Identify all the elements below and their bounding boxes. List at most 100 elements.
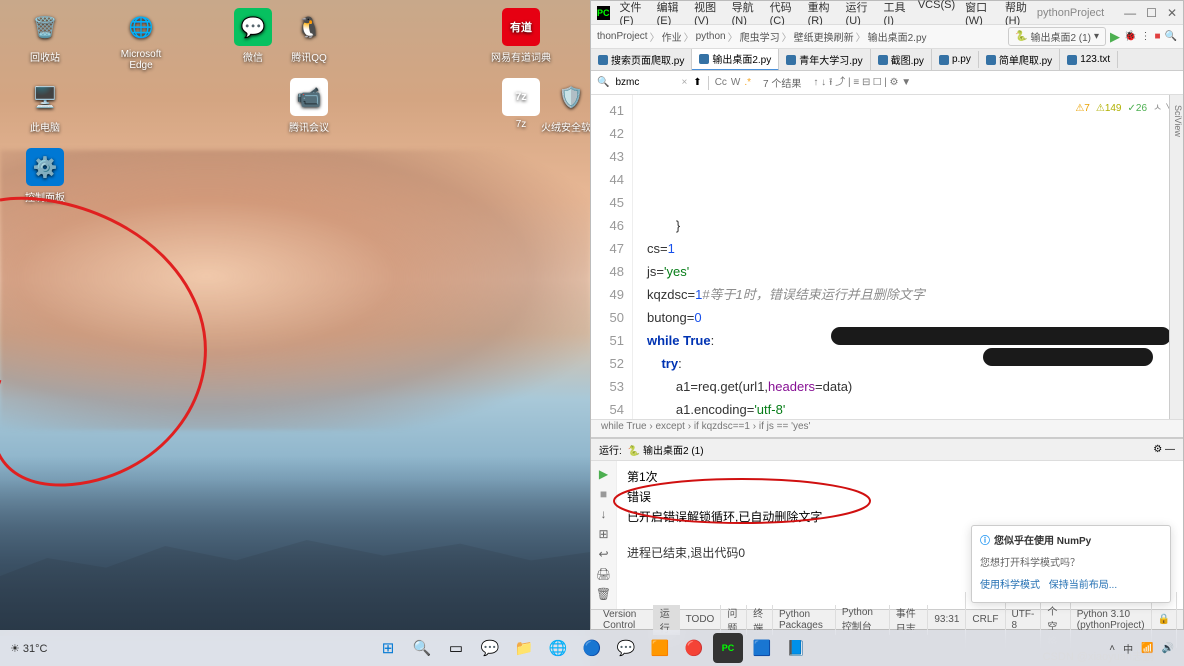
desktop-wallpaper[interactable]: 🗑️回收站 🌐Microsoft Edge 💬微信🐧腾讯QQ 有道网易有道词典 🖥️此电…: [0, 0, 590, 666]
desktop-icon-微信[interactable]: 💬微信: [222, 8, 284, 64]
stop-icon[interactable]: ■: [600, 487, 607, 501]
title-bar[interactable]: PC 文件(F)编辑(E)视图(V)导航(N)代码(C)重构(R)运行(U)工具…: [591, 1, 1183, 25]
sciview-tool-tab[interactable]: SciView: [1169, 95, 1183, 419]
chrome-icon[interactable]: 🔵: [577, 633, 607, 663]
layout-icon[interactable]: ⊞: [598, 527, 608, 541]
windows-taskbar[interactable]: ☀ 31°C ⊞ 🔍 ▭ 💬 📁 🌐 🔵 💬 🟧 🔴 PC 🟦 📘 ˄ 中 📶 …: [0, 630, 1184, 666]
clear-search-icon[interactable]: ×: [681, 77, 687, 88]
run-config-selector[interactable]: 🐍 输出桌面2 (1) ▾: [1008, 27, 1106, 46]
weather-widget[interactable]: ☀ 31°C: [10, 642, 48, 655]
python-file-icon: [786, 55, 796, 65]
trash-icon[interactable]: 🗑: [596, 587, 611, 601]
wechat-taskbar-icon[interactable]: 💬: [611, 633, 641, 663]
keep-layout-link[interactable]: 保持当前布局...: [1049, 580, 1117, 591]
code-breadcrumbs[interactable]: while True › except › if kqzdsc==1 › if …: [591, 419, 1183, 437]
menu-item[interactable]: 代码(C): [766, 0, 802, 27]
more-run-icon[interactable]: ⋮: [1141, 31, 1151, 42]
prev-occurrence-icon[interactable]: ⬆: [693, 77, 701, 88]
menu-item[interactable]: 运行(U): [842, 0, 878, 27]
run-toolbar: ▶ ■ ↓ ⊞ ↩ 🖨 🗑: [591, 461, 617, 609]
menu-item[interactable]: 文件(F): [616, 0, 651, 27]
app-icon-3[interactable]: 🟦: [747, 633, 777, 663]
menu-item[interactable]: 导航(N): [728, 0, 764, 27]
edge-taskbar-icon[interactable]: 🌐: [543, 633, 573, 663]
console-line: 错误: [627, 487, 1173, 507]
redacted-code-1: [831, 327, 1171, 345]
wrap-icon[interactable]: ↩: [598, 547, 608, 561]
desktop-icon-腾讯会议[interactable]: 📹腾讯会议: [278, 78, 340, 134]
pycharm-taskbar-icon[interactable]: PC: [713, 633, 743, 663]
editor-tabs: 搜索页面爬取.py输出桌面2.py青年大学习.py截图.pyp.py简单爬取.p…: [591, 49, 1183, 71]
breadcrumb[interactable]: thonProject〉作业〉python〉爬虫学习〉壁纸更换刷新〉输出桌面2.…: [597, 29, 927, 44]
taskbar-center: ⊞ 🔍 ▭ 💬 📁 🌐 🔵 💬 🟧 🔴 PC 🟦 📘: [373, 633, 811, 663]
run-settings-icon[interactable]: ⚙ —: [1153, 444, 1175, 455]
widgets-icon[interactable]: 💬: [475, 633, 505, 663]
run-panel-label: 运行:: [599, 442, 622, 457]
editor-tab[interactable]: p.py: [932, 51, 979, 68]
menu-item[interactable]: 帮助(H): [1001, 0, 1037, 27]
tray-volume-icon[interactable]: 🔊: [1162, 643, 1174, 654]
pycharm-logo-icon: PC: [597, 6, 610, 20]
editor[interactable]: 4142434445464748495051525354 ⚠7 ⚠149 ✓26…: [591, 95, 1183, 419]
run-tool-window: 运行: 🐍 输出桌面2 (1) ⚙ — ▶ ■ ↓ ⊞ ↩ 🖨 🗑 第1次 错误…: [591, 437, 1183, 609]
search-taskbar-icon[interactable]: 🔍: [407, 633, 437, 663]
desktop-icon-腾讯QQ[interactable]: 🐧腾讯QQ: [278, 8, 340, 64]
desktop-icon-网易有道词典[interactable]: 有道网易有道词典: [490, 8, 552, 64]
search-icon: 🔍: [597, 77, 609, 88]
python-file-icon: [986, 55, 996, 65]
app-icon-2[interactable]: 🔴: [679, 633, 709, 663]
close-icon[interactable]: ✕: [1167, 6, 1177, 20]
menu-item[interactable]: 窗口(W): [961, 0, 999, 27]
run-button-icon[interactable]: ▶: [1110, 29, 1120, 45]
console-line: 已开启错误解锁循环,已自动删除文字: [627, 507, 1173, 527]
editor-tab[interactable]: 123.txt: [1060, 51, 1118, 68]
info-icon: ⓘ: [980, 532, 990, 552]
bottom-tool-bar: Version Control运行TODO问题终端Python Packages…: [591, 609, 1183, 629]
menu-item[interactable]: 重构(R): [804, 0, 840, 27]
editor-tab[interactable]: 截图.py: [871, 49, 932, 70]
code-area[interactable]: ⚠7 ⚠149 ✓26 ㅅ ∨ }cs=1js='yes'kqzdsc=1#等于…: [633, 95, 1183, 419]
editor-tab[interactable]: 搜索页面爬取.py: [591, 49, 692, 70]
maximize-icon[interactable]: ☐: [1146, 6, 1157, 20]
down-icon[interactable]: ↓: [601, 507, 607, 521]
navigation-bar: thonProject〉作业〉python〉爬虫学习〉壁纸更换刷新〉输出桌面2.…: [591, 25, 1183, 49]
watermark: CSDN @xiaoyuan志鹏: [1043, 648, 1154, 664]
pycharm-window: PC 文件(F)编辑(E)视图(V)导航(N)代码(C)重构(R)运行(U)工具…: [590, 0, 1184, 630]
console-line: 第1次: [627, 467, 1173, 487]
menu-item[interactable]: 编辑(E): [653, 0, 689, 27]
python-file-icon: [699, 54, 709, 64]
desktop-icon-Microsoft Edge[interactable]: 🌐Microsoft Edge: [110, 8, 172, 71]
task-view-icon[interactable]: ▭: [441, 633, 471, 663]
app-icon-4[interactable]: 📘: [781, 633, 811, 663]
result-count: 7 个结果: [763, 75, 801, 90]
debug-button-icon[interactable]: 🐞: [1124, 31, 1136, 42]
menu-bar: 文件(F)编辑(E)视图(V)导航(N)代码(C)重构(R)运行(U)工具(I)…: [616, 0, 1037, 27]
app-icon-1[interactable]: 🟧: [645, 633, 675, 663]
redacted-code-2: [983, 348, 1153, 366]
minimize-icon[interactable]: —: [1124, 6, 1136, 20]
menu-item[interactable]: 工具(I): [880, 0, 912, 27]
stop-button-icon[interactable]: ■: [1155, 31, 1161, 42]
console-output[interactable]: 第1次 错误 已开启错误解锁循环,已自动删除文字 进程已结束,退出代码0 ⓘ您似…: [617, 461, 1183, 609]
use-sci-mode-link[interactable]: 使用科学模式: [980, 580, 1040, 591]
rerun-icon[interactable]: ▶: [599, 467, 608, 481]
explorer-icon[interactable]: 📁: [509, 633, 539, 663]
line-gutter: 4142434445464748495051525354: [591, 95, 633, 419]
search-input[interactable]: [615, 77, 675, 88]
editor-tab[interactable]: 青年大学习.py: [779, 49, 870, 70]
editor-tab[interactable]: 简单爬取.py: [979, 49, 1060, 70]
desktop-icon-控制面板[interactable]: ⚙️控制面板: [14, 148, 76, 204]
run-tab-name[interactable]: 🐍 输出桌面2 (1): [628, 442, 704, 457]
print-icon[interactable]: 🖨: [596, 567, 611, 581]
red-circle-annotation: [0, 185, 250, 505]
desktop-icon-回收站[interactable]: 🗑️回收站: [14, 8, 76, 64]
search-everywhere-icon[interactable]: 🔍: [1165, 31, 1177, 42]
menu-item[interactable]: VCS(S): [914, 0, 959, 27]
desktop-icon-此电脑[interactable]: 🖥️此电脑: [14, 78, 76, 134]
inspections-widget[interactable]: ⚠7 ⚠149 ✓26 ㅅ ∨: [1075, 97, 1175, 120]
menu-item[interactable]: 视图(V): [690, 0, 726, 27]
start-button[interactable]: ⊞: [373, 633, 403, 663]
editor-tab[interactable]: 输出桌面2.py: [692, 49, 779, 71]
desktop-icon-火绒安全软件[interactable]: 🛡️火绒安全软件: [540, 78, 590, 134]
python-file-icon: [598, 55, 608, 65]
